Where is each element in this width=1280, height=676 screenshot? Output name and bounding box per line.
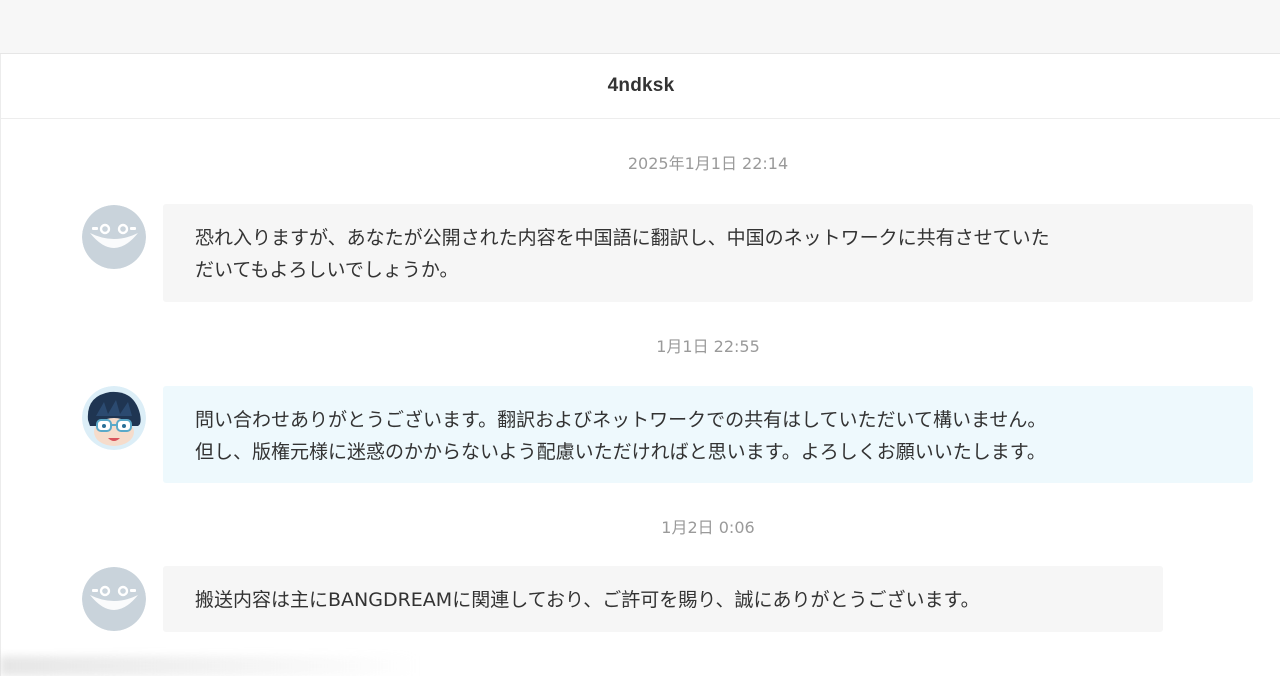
message-line: 搬送内容は主にBANGDREAMに関連しており、ご許可を賜り、誠にありがとうござ… [195,589,980,611]
message-timestamp: 2025年1月1日 22:14 [627,154,789,173]
message-line: 問い合わせありがとうございます。翻訳およびネットワークでの共有はしていただいて構… [195,409,1047,431]
message-bubble: 恐れ入りますが、あなたが公開された内容を中国語に翻訳し、中国のネットワークに共有… [163,204,1253,302]
chat-title: 4ndksk [607,75,675,96]
message-line: 但し、版権元様に迷惑のかからないよう配慮いただければと思います。よろしくお願いい… [195,441,1046,463]
message-bubble: 搬送内容は主にBANGDREAMに関連しており、ご許可を賜り、誠にありがとうござ… [163,566,1163,632]
message-timestamp: 1月2日 0:06 [661,518,755,537]
top-bar [0,0,1280,54]
noimage-avatar-icon[interactable] [82,205,146,269]
message-bubble: 問い合わせありがとうございます。翻訳およびネットワークでの共有はしていただいて構… [163,386,1253,483]
user-avatar-icon[interactable] [82,386,146,450]
message-line: 恐れ入りますが、あなたが公開された内容を中国語に翻訳し、中国のネットワークに共有… [195,227,1050,249]
message-line: だいてもよろしいでしょうか。 [195,259,459,281]
chat-header: 4ndksk [1,54,1280,119]
message-timestamp: 1月1日 22:55 [656,337,760,356]
noimage-avatar-icon[interactable] [82,567,146,631]
scroll-shadow [0,656,420,676]
